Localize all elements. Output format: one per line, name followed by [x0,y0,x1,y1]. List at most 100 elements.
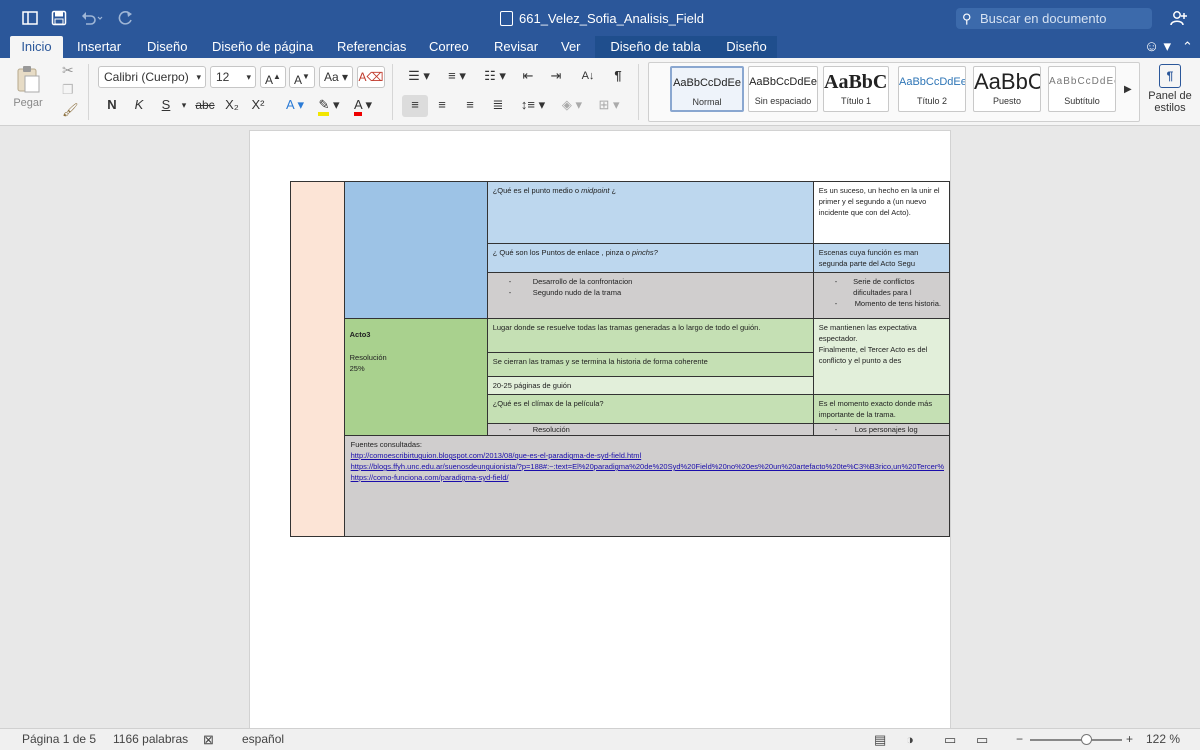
bullets-icon[interactable]: ☰ ▾ [402,66,436,88]
styles-pane-button[interactable]: ¶ Panel de estilos [1142,64,1198,114]
collapse-ribbon-icon[interactable]: ⌃ [1172,36,1200,58]
tab-revisar[interactable]: Revisar [484,36,548,58]
table-cell[interactable]: - Los personajes log [812,423,950,436]
justify-icon[interactable]: ≣ [486,95,510,117]
chevron-down-icon[interactable]: ▾ [178,95,190,117]
sources-cell[interactable]: Fuentes consultadas: http://comoescribir… [343,435,950,537]
source-link[interactable]: https://como-funciona.com/paradigma-syd-… [351,472,944,483]
save-icon[interactable] [51,10,67,26]
font-size-select[interactable]: 12 ▾ [210,66,256,88]
paste-button[interactable]: Pegar [8,64,48,114]
highlight-icon[interactable]: ✎ ▾ [314,95,344,117]
read-mode-icon[interactable]: ▭ [944,732,956,748]
table-cell[interactable]: ¿Qué es el clímax de la película? [486,394,814,424]
shading-icon[interactable]: ◈ ▾ [556,95,588,117]
zoom-out-icon[interactable]: − [1016,732,1023,746]
superscript-button[interactable]: X² [246,95,270,117]
list-item: - Resolución [508,425,570,434]
tab-diseno-de-tabla[interactable]: Diseño de tabla [595,36,716,58]
format-painter-icon[interactable]: 🖌 [62,102,79,118]
change-case-button[interactable]: Aa ▾ [319,66,353,88]
shrink-font-button[interactable]: A▼ [289,66,315,88]
strikethrough-button[interactable]: abc [192,95,218,117]
style-titulo-1[interactable]: AaBbC( Título 1 [823,66,889,112]
table-cell[interactable] [290,181,345,537]
separator [638,64,639,120]
source-link[interactable]: https://blogs.ffyh.unc.edu.ar/suenosdeun… [351,461,944,472]
tab-diseno[interactable]: Diseño [137,36,197,58]
table-cell[interactable]: - Desarrollo de la confrontacion - Segundo… [486,272,814,319]
table-cell[interactable]: Es el momento exacto donde más important… [812,394,950,424]
undo-icon[interactable] [80,10,104,26]
increase-indent-icon[interactable]: ⇥ [544,66,568,88]
table-cell[interactable]: Escenas cuya función es man segunda part… [812,243,950,273]
table-cell[interactable]: - Resolución [486,423,814,436]
text-effects-icon[interactable]: A ▾ [280,95,310,117]
language[interactable]: español [242,732,284,746]
font-name-select[interactable]: Calibri (Cuerpo) ▾ [98,66,206,88]
grow-font-button[interactable]: A▲ [260,66,286,88]
share-user-icon[interactable] [1170,10,1187,26]
subscript-button[interactable]: X₂ [220,95,244,117]
table-cell[interactable]: Es un suceso, un hecho en la unir el pri… [812,181,950,244]
table-cell[interactable]: ¿Qué es el punto medio o midpoint ¿ [486,181,814,244]
sidebar-icon[interactable] [22,10,38,26]
table-cell[interactable]: ¿ Qué son los Puntos de enlace , pinza o… [486,243,814,273]
table-cell[interactable]: - Serie de conflictos dificultades para l… [812,272,950,319]
zoom-slider-thumb[interactable] [1081,734,1093,745]
tab-diseno-de-pagina[interactable]: Diseño de página [202,36,323,58]
search-input[interactable]: ⚲ Buscar en documento [956,8,1152,29]
table-cell[interactable]: Acto3 Resolución 25% [343,318,488,436]
zoom-in-icon[interactable]: + [1126,732,1133,746]
align-right-icon[interactable]: ≡ [458,95,482,117]
zoom-level[interactable]: 122 % [1146,732,1180,746]
clear-formatting-icon[interactable]: A⌫ [357,66,385,88]
table-cell[interactable]: Se mantienen las expectativa espectador.… [812,318,950,395]
source-link[interactable]: http://comoescribirtuguion.blogspot.com/… [351,450,944,461]
style-puesto[interactable]: AaBbC Puesto [973,66,1041,112]
style-subtitulo[interactable]: AaBbCcDdEe Subtítulo [1048,66,1116,112]
table-cell[interactable]: Se cierran las tramas y se termina la hi… [486,352,814,377]
zoom-slider[interactable] [1030,734,1122,745]
style-titulo-2[interactable]: AaBbCcDdEe Título 2 [898,66,966,112]
style-normal[interactable]: AaBbCcDdEe Normal [670,66,744,112]
borders-icon[interactable]: ⊞ ▾ [592,95,626,117]
tab-ver[interactable]: Ver [551,36,591,58]
table-cell[interactable] [343,181,488,319]
numbering-icon[interactable]: ≡ ▾ [440,66,474,88]
bold-button[interactable]: N [100,95,124,117]
document-title: 661_Velez_Sofia_Analisis_Field [500,11,704,26]
proofing-icon[interactable]: ⊠ [203,732,214,748]
tab-diseno-tabla-layout[interactable]: Diseño [716,36,777,58]
decrease-indent-icon[interactable]: ⇤ [516,66,540,88]
document-page[interactable]: ¿Qué es el punto medio o midpoint ¿ Es u… [249,130,951,740]
tab-correo[interactable]: Correo [419,36,479,58]
sort-icon[interactable]: A↓ [576,66,600,88]
style-sin-espaciado[interactable]: AaBbCcDdEe Sin espaciado [748,66,818,112]
cut-icon[interactable]: ✂ [62,62,74,79]
page-count[interactable]: Página 1 de 5 [22,732,96,746]
font-color-icon[interactable]: A ▾ [348,95,378,117]
align-left-icon[interactable]: ≡ [402,95,428,117]
multilevel-list-icon[interactable]: ☷ ▾ [478,66,512,88]
table-cell[interactable]: Lugar donde se resuelve todas las tramas… [486,318,814,353]
word-count[interactable]: 1166 palabras [113,732,188,746]
table-cell[interactable]: 20-25 páginas de guión [486,376,814,395]
list-item: - Desarrollo de la confrontacion [508,277,633,286]
underline-button[interactable]: S [154,95,178,117]
tab-inicio[interactable]: Inicio [10,36,63,58]
italic-button[interactable]: K [127,95,151,117]
align-center-icon[interactable]: ≡ [430,95,454,117]
line-spacing-icon[interactable]: ↕≡ ▾ [516,95,550,117]
focus-mode-icon[interactable]: ◑ [906,732,914,747]
word-window: { "title_bar": { "document_title": "661_… [0,0,1200,750]
redo-icon[interactable] [118,10,134,26]
web-layout-icon[interactable]: ▭ [976,732,988,748]
list-item: - Segundo nudo de la trama [508,288,622,297]
print-layout-icon[interactable]: ▤ [874,732,886,748]
tab-insertar[interactable]: Insertar [67,36,131,58]
copy-icon[interactable]: ❐ [62,82,74,98]
gallery-scroll-icon[interactable]: ▶ [1124,84,1132,95]
tab-referencias[interactable]: Referencias [327,36,416,58]
show-paragraph-marks-icon[interactable]: ¶ [606,66,630,88]
